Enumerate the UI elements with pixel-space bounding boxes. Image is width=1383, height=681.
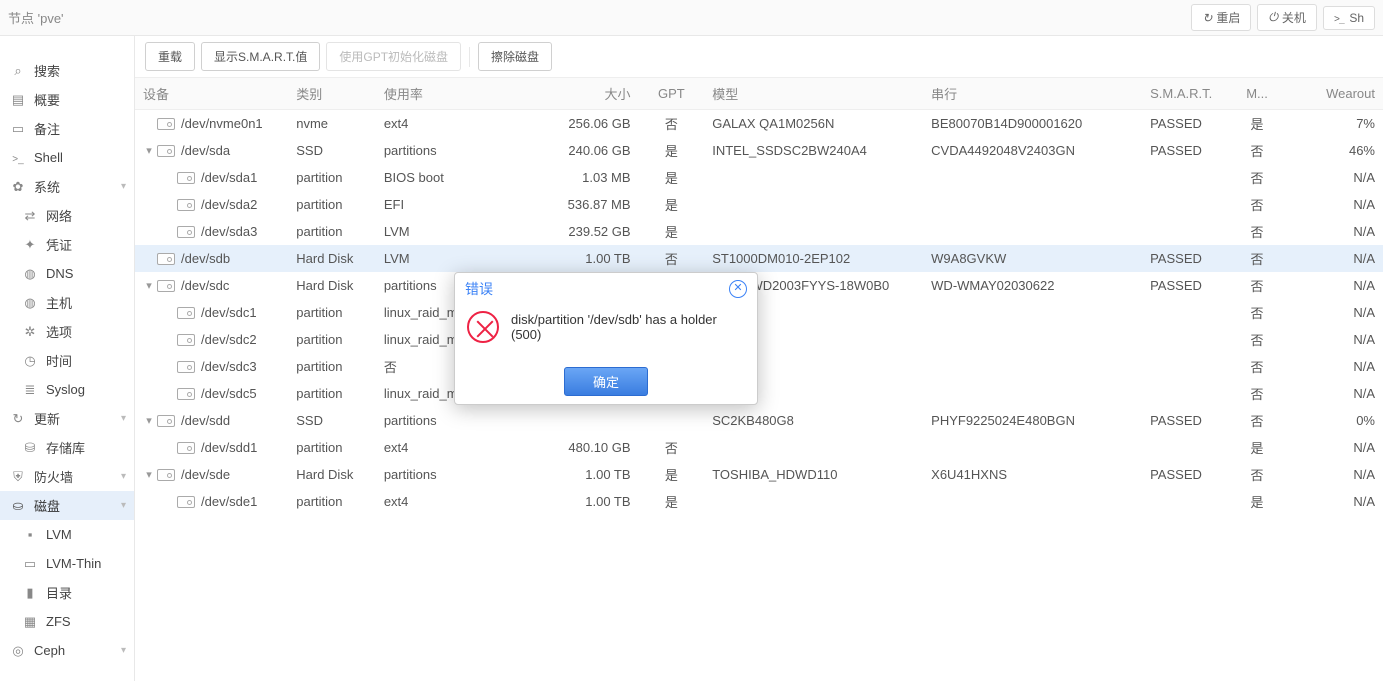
dialog-header[interactable]: 错误 ✕ [455, 273, 757, 305]
dialog-message: disk/partition '/dev/sdb' has a holder (… [511, 312, 747, 342]
dialog-body: disk/partition '/dev/sdb' has a holder (… [455, 305, 757, 359]
close-icon[interactable]: ✕ [729, 280, 747, 298]
dialog-title: 错误 [465, 279, 493, 299]
error-dialog: 错误 ✕ disk/partition '/dev/sdb' has a hol… [454, 272, 758, 405]
error-icon [467, 311, 499, 343]
ok-button[interactable]: 确定 [564, 367, 648, 396]
dialog-footer: 确定 [455, 359, 757, 404]
